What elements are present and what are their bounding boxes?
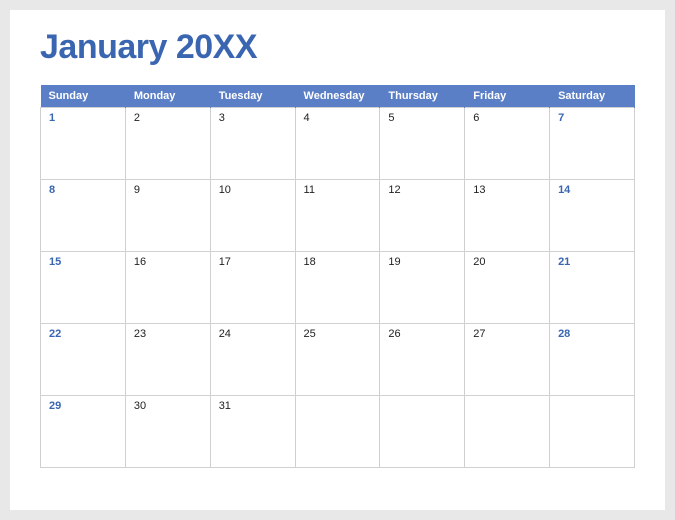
day-cell[interactable]: 8 bbox=[41, 180, 126, 252]
calendar-week: 29 30 31 bbox=[41, 396, 635, 468]
day-cell[interactable]: 26 bbox=[380, 324, 465, 396]
header-tuesday: Tuesday bbox=[210, 85, 295, 108]
day-cell[interactable]: 23 bbox=[125, 324, 210, 396]
day-cell[interactable]: 5 bbox=[380, 108, 465, 180]
day-cell[interactable]: 22 bbox=[41, 324, 126, 396]
day-cell[interactable]: 13 bbox=[465, 180, 550, 252]
day-cell-empty[interactable] bbox=[465, 396, 550, 468]
day-cell[interactable]: 3 bbox=[210, 108, 295, 180]
day-cell-empty[interactable] bbox=[550, 396, 635, 468]
day-cell-empty[interactable] bbox=[380, 396, 465, 468]
day-cell[interactable]: 30 bbox=[125, 396, 210, 468]
day-cell[interactable]: 18 bbox=[295, 252, 380, 324]
day-cell[interactable]: 10 bbox=[210, 180, 295, 252]
day-cell[interactable]: 2 bbox=[125, 108, 210, 180]
day-cell[interactable]: 24 bbox=[210, 324, 295, 396]
header-wednesday: Wednesday bbox=[295, 85, 380, 108]
calendar-week: 22 23 24 25 26 27 28 bbox=[41, 324, 635, 396]
day-cell[interactable]: 17 bbox=[210, 252, 295, 324]
header-thursday: Thursday bbox=[380, 85, 465, 108]
day-cell[interactable]: 1 bbox=[41, 108, 126, 180]
day-cell[interactable]: 14 bbox=[550, 180, 635, 252]
header-sunday: Sunday bbox=[41, 85, 126, 108]
calendar-page: January 20XX Sunday Monday Tuesday Wedne… bbox=[10, 10, 665, 510]
header-saturday: Saturday bbox=[550, 85, 635, 108]
day-cell[interactable]: 20 bbox=[465, 252, 550, 324]
day-cell[interactable]: 29 bbox=[41, 396, 126, 468]
day-cell[interactable]: 21 bbox=[550, 252, 635, 324]
day-cell[interactable]: 9 bbox=[125, 180, 210, 252]
header-monday: Monday bbox=[125, 85, 210, 108]
day-cell[interactable]: 7 bbox=[550, 108, 635, 180]
day-cell[interactable]: 25 bbox=[295, 324, 380, 396]
day-cell[interactable]: 15 bbox=[41, 252, 126, 324]
calendar-week: 15 16 17 18 19 20 21 bbox=[41, 252, 635, 324]
calendar-week: 8 9 10 11 12 13 14 bbox=[41, 180, 635, 252]
day-cell[interactable]: 28 bbox=[550, 324, 635, 396]
calendar-table: Sunday Monday Tuesday Wednesday Thursday… bbox=[40, 85, 635, 468]
page-title: January 20XX bbox=[40, 28, 635, 67]
day-cell[interactable]: 4 bbox=[295, 108, 380, 180]
day-cell[interactable]: 6 bbox=[465, 108, 550, 180]
day-cell[interactable]: 27 bbox=[465, 324, 550, 396]
day-cell[interactable]: 16 bbox=[125, 252, 210, 324]
calendar-header-row: Sunday Monday Tuesday Wednesday Thursday… bbox=[41, 85, 635, 108]
day-cell[interactable]: 11 bbox=[295, 180, 380, 252]
day-cell[interactable]: 12 bbox=[380, 180, 465, 252]
day-cell-empty[interactable] bbox=[295, 396, 380, 468]
day-cell[interactable]: 19 bbox=[380, 252, 465, 324]
day-cell[interactable]: 31 bbox=[210, 396, 295, 468]
calendar-week: 1 2 3 4 5 6 7 bbox=[41, 108, 635, 180]
header-friday: Friday bbox=[465, 85, 550, 108]
